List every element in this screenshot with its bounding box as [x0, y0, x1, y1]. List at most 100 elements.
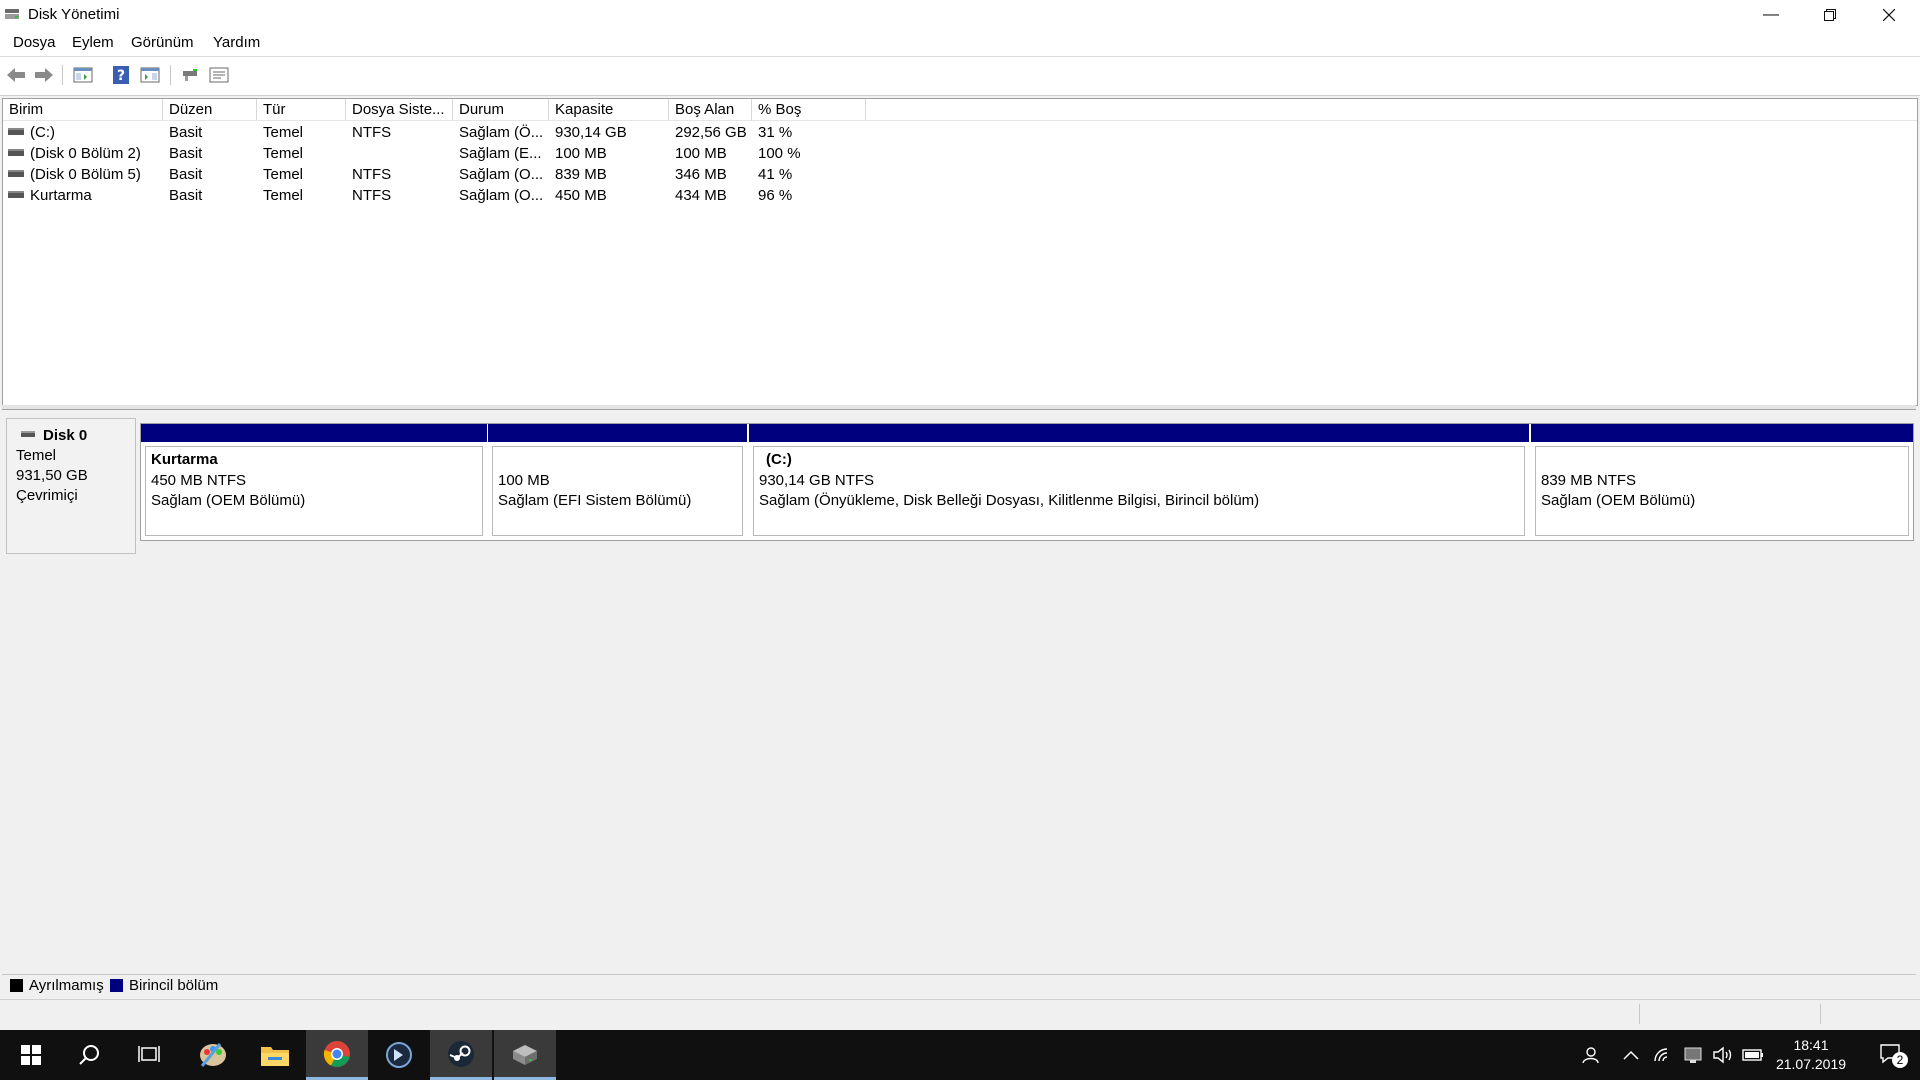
legend-swatch-primary — [110, 979, 123, 992]
column-header-type[interactable]: Tür — [257, 99, 346, 120]
minimize-button[interactable]: — — [1742, 0, 1800, 30]
cell-capacity: 100 MB — [555, 145, 607, 162]
partition-c[interactable]: (C:) 930,14 GB NTFS Sağlam (Önyükleme, D… — [749, 424, 1529, 540]
tray-network[interactable] — [1678, 1030, 1708, 1080]
partition-size: 450 MB NTFS — [151, 472, 247, 489]
cell-free-space: 100 MB — [675, 145, 727, 162]
cell-layout: Basit — [169, 187, 203, 204]
legend-swatch-unallocated — [10, 979, 23, 992]
properties-button[interactable] — [207, 64, 231, 86]
table-row[interactable]: (Disk 0 Bölüm 2) Basit Temel Sağlam (E..… — [3, 143, 1917, 164]
steam-icon — [448, 1040, 474, 1067]
table-row[interactable]: (Disk 0 Bölüm 5) Basit Temel NTFS Sağlam… — [3, 164, 1917, 185]
cell-free-space: 346 MB — [675, 166, 727, 183]
partition-bar — [1531, 424, 1913, 442]
svg-text:?: ? — [117, 68, 125, 84]
partition-status: Sağlam (OEM Bölümü) — [1541, 492, 1696, 509]
column-header-file-system[interactable]: Dosya Siste... — [346, 99, 453, 120]
disk-graphical-view: Disk 0 Temel 931,50 GB Çevrimiçi Kurtarm… — [2, 410, 1916, 996]
task-view-button[interactable] — [118, 1030, 180, 1080]
partition-recovery[interactable]: Kurtarma 450 MB NTFS Sağlam (OEM Bölümü) — [141, 424, 487, 540]
volume-icon — [8, 191, 24, 198]
taskbar-clock[interactable]: 18:41 21.07.2019 — [1766, 1036, 1856, 1074]
status-bar — [0, 999, 1920, 1030]
taskbar-app-disk-management[interactable] — [494, 1030, 556, 1080]
cell-file-system — [346, 143, 453, 164]
taskbar-app-chrome[interactable] — [306, 1030, 368, 1080]
volume-icon — [8, 170, 24, 177]
chevron-up-icon — [1623, 1050, 1639, 1060]
cell-layout: Basit — [169, 166, 203, 183]
legend-label-primary: Birincil bölüm — [129, 977, 219, 994]
connect-button[interactable] — [178, 64, 202, 86]
menu-help[interactable]: Yardım — [213, 34, 260, 51]
menu-bar: Dosya Eylem Görünüm Yardım — [0, 30, 1920, 57]
legend: Ayrılmamış Birincil bölüm — [2, 974, 1916, 997]
forward-button[interactable] — [32, 64, 56, 86]
volume-icon — [8, 149, 24, 156]
column-header-volume[interactable]: Birim — [3, 99, 163, 120]
console-tree-icon — [73, 67, 93, 83]
volume-icon — [1713, 1046, 1732, 1064]
cell-volume: (Disk 0 Bölüm 2) — [30, 145, 141, 162]
people-icon — [1582, 1047, 1599, 1064]
taskbar-app-paint[interactable] — [182, 1030, 244, 1080]
partition-bar — [749, 424, 1529, 442]
tray-battery[interactable] — [1738, 1030, 1768, 1080]
partition-size: 930,14 GB NTFS — [759, 472, 875, 489]
restore-icon — [1824, 9, 1836, 21]
table-row[interactable]: Kurtarma Basit Temel NTFS Sağlam (O... 4… — [3, 185, 1917, 206]
cell-file-system: NTFS — [352, 166, 392, 183]
properties-icon — [209, 67, 229, 83]
menu-view[interactable]: Görünüm — [131, 34, 194, 51]
cell-percent-free: 100 % — [758, 145, 801, 162]
menu-file[interactable]: Dosya — [13, 34, 56, 51]
taskbar-app-file-explorer[interactable] — [244, 1030, 306, 1080]
cell-type: Temel — [263, 187, 304, 204]
tray-people[interactable] — [1572, 1030, 1606, 1080]
tray-overflow[interactable] — [1614, 1030, 1648, 1080]
console-tree-button[interactable] — [71, 64, 95, 86]
action-center-button[interactable]: 2 — [1864, 1030, 1920, 1080]
tray-wifi[interactable] — [1648, 1030, 1678, 1080]
disk-name: Disk 0 — [43, 427, 88, 444]
table-row[interactable]: (C:) Basit Temel NTFS Sağlam (Ö... 930,1… — [3, 122, 1917, 143]
partition-size: 839 MB NTFS — [1541, 472, 1637, 489]
close-button[interactable] — [1860, 0, 1918, 30]
column-header-layout[interactable]: Düzen — [163, 99, 257, 120]
back-button[interactable] — [4, 64, 28, 86]
restore-button[interactable] — [1801, 0, 1859, 30]
search-button[interactable] — [58, 1030, 120, 1080]
column-header-free-space[interactable]: Boş Alan — [669, 99, 752, 120]
cell-status: Sağlam (O... — [459, 166, 544, 183]
disk-type: Temel — [16, 447, 57, 464]
help-button[interactable]: ? — [109, 64, 133, 86]
chrome-icon — [323, 1040, 350, 1067]
column-header-capacity[interactable]: Kapasite — [549, 99, 669, 120]
cell-free-space: 292,56 GB — [675, 124, 747, 141]
partition-efi[interactable]: 100 MB Sağlam (EFI Sistem Bölümü) — [488, 424, 747, 540]
menu-action[interactable]: Eylem — [72, 34, 114, 51]
column-header-status[interactable]: Durum — [453, 99, 549, 120]
show-pane-icon — [140, 67, 160, 83]
volume-list[interactable]: Birim Düzen Tür Dosya Siste... Durum Kap… — [2, 98, 1918, 406]
cell-layout: Basit — [169, 124, 203, 141]
toolbar: ? — [0, 57, 1920, 96]
disk-0-label[interactable]: Disk 0 Temel 931,50 GB Çevrimiçi — [6, 418, 136, 554]
show-pane-button[interactable] — [138, 64, 162, 86]
cell-file-system: NTFS — [352, 187, 392, 204]
taskbar-app-4[interactable] — [368, 1030, 430, 1080]
cell-percent-free: 41 % — [758, 166, 793, 183]
partition-oem[interactable]: 839 MB NTFS Sağlam (OEM Bölümü) — [1531, 424, 1913, 540]
paint-app-icon — [200, 1043, 226, 1067]
network-icon — [1684, 1047, 1702, 1063]
cell-status: Sağlam (E... — [459, 145, 542, 162]
cell-volume: Kurtarma — [30, 187, 92, 204]
tray-volume[interactable] — [1708, 1030, 1738, 1080]
start-button[interactable] — [0, 1030, 62, 1080]
disk-size: 931,50 GB — [16, 467, 88, 484]
column-header-percent-free[interactable]: % Boş — [752, 99, 866, 120]
taskbar-app-steam[interactable] — [430, 1030, 492, 1080]
search-icon — [79, 1045, 99, 1065]
partition-status: Sağlam (OEM Bölümü) — [151, 492, 306, 509]
